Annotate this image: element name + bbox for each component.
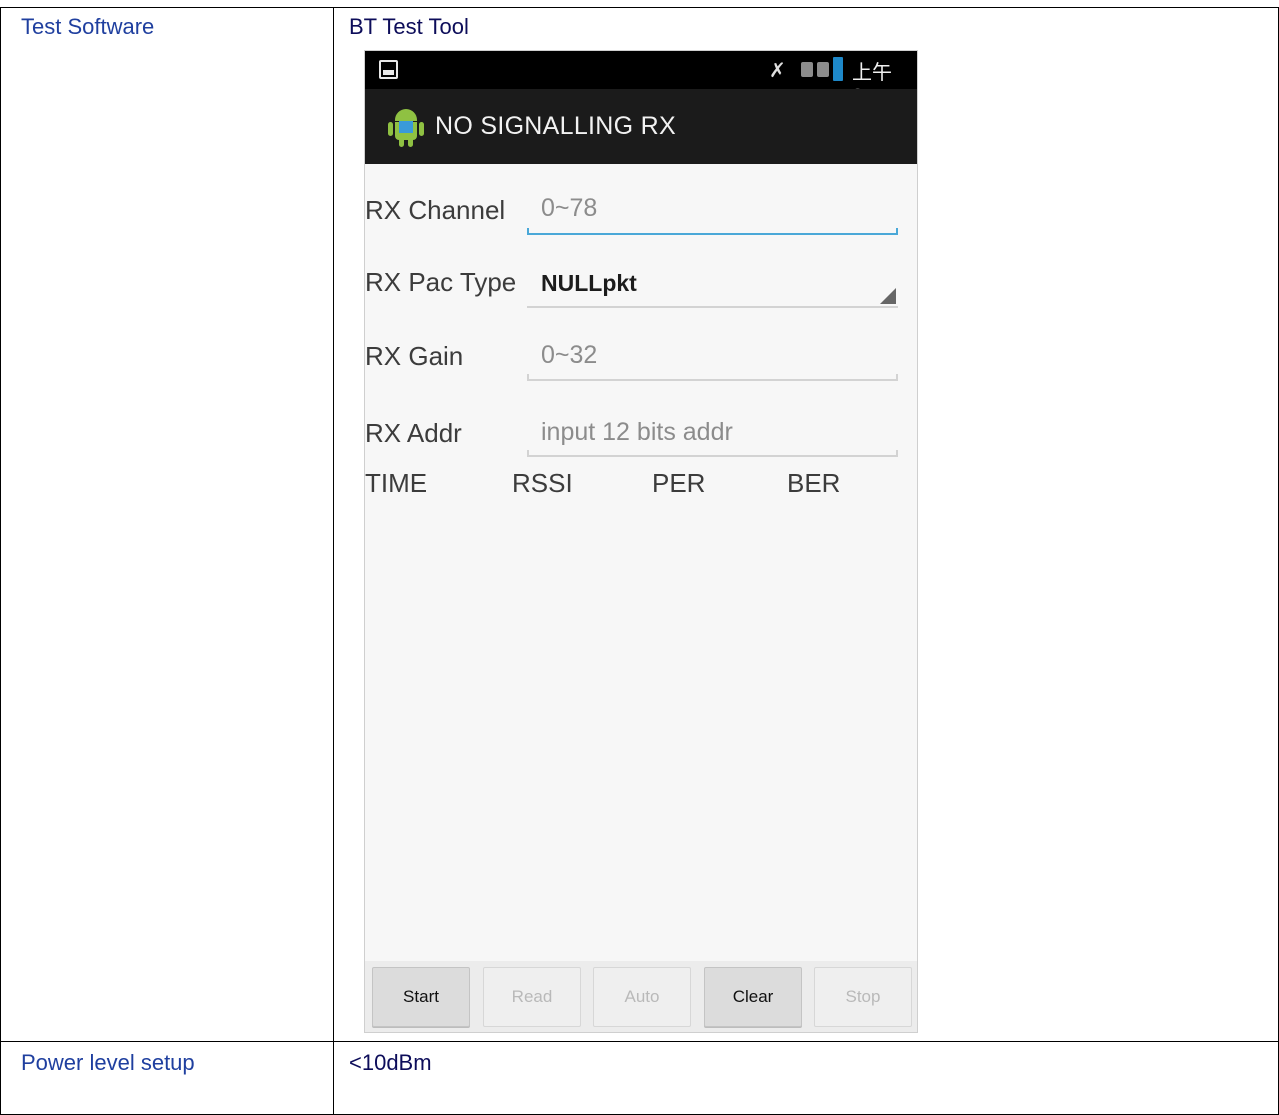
- column-header-rssi: RSSI: [512, 468, 573, 498]
- read-button[interactable]: Read: [483, 967, 581, 1027]
- android-app-icon: [387, 103, 425, 151]
- rx-pac-type-select[interactable]: NULLpkt: [527, 270, 898, 308]
- start-button[interactable]: Start: [372, 967, 470, 1027]
- rx-addr-input[interactable]: input 12 bits addr: [527, 418, 898, 457]
- sim-icon: [801, 62, 813, 77]
- auto-button[interactable]: Auto: [593, 967, 691, 1027]
- rx-addr-label: RX Addr: [365, 418, 462, 448]
- table-column-divider: [333, 7, 334, 1115]
- rx-gain-placeholder: 0~32: [541, 341, 598, 369]
- rx-addr-placeholder: input 12 bits addr: [541, 418, 733, 446]
- rx-channel-label: RX Channel: [365, 195, 506, 225]
- row-value-test-software: BT Test Tool: [349, 14, 469, 39]
- row-value-power-level: <10dBm: [349, 1050, 432, 1075]
- sim-icon: [817, 62, 829, 77]
- column-header-time: TIME: [365, 468, 428, 498]
- column-header-ber: BER: [787, 468, 841, 498]
- rx-gain-label: RX Gain: [365, 341, 464, 371]
- rx-channel-placeholder: 0~78: [541, 194, 598, 222]
- rx-channel-input[interactable]: 0~78: [527, 194, 898, 235]
- image-icon: [379, 60, 398, 79]
- button-bar: Start Read Auto Clear Stop: [365, 961, 917, 1032]
- rx-pac-type-value: NULLpkt: [541, 270, 637, 296]
- dropdown-arrow-icon: [880, 288, 896, 304]
- table-border-left: [0, 7, 1, 1115]
- app-title: NO SIGNALLING RX: [435, 112, 676, 140]
- battery-icon: [833, 57, 843, 81]
- table-row-divider: [0, 1041, 1279, 1042]
- rx-pac-type-label: RX Pac Type: [365, 267, 517, 297]
- status-bar: ✗ 上午3:45: [365, 51, 917, 109]
- column-header-per: PER: [652, 468, 706, 498]
- rx-gain-input[interactable]: 0~32: [527, 341, 898, 381]
- action-bar: NO SIGNALLING RX: [365, 89, 917, 164]
- row-label-power-level: Power level setup: [21, 1050, 195, 1075]
- table-border-top: [0, 7, 1279, 8]
- clear-button[interactable]: Clear: [704, 967, 802, 1027]
- phone-screenshot: ✗ 上午3:45 NO SIGNALLING RX RX Channel 0~7…: [364, 50, 918, 1033]
- row-label-test-software: Test Software: [21, 14, 155, 39]
- stop-button[interactable]: Stop: [814, 967, 912, 1027]
- mute-icon: ✗: [769, 58, 786, 82]
